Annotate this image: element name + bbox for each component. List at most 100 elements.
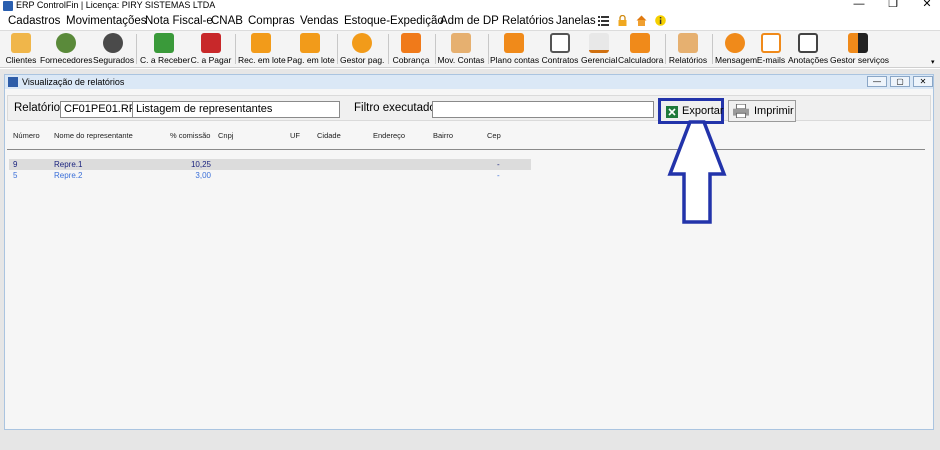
menu-cnab[interactable]: CNAB (211, 14, 243, 28)
lock-icon[interactable] (617, 15, 628, 26)
toolbar-label: C. a Receber (140, 55, 191, 65)
column-header-endereco: Endereço (373, 131, 406, 140)
annotation-arrow (667, 120, 727, 224)
toolbar-label: Gestor serviços (830, 55, 890, 65)
toolbar-contas-receber-button[interactable]: C. a Receber (140, 32, 191, 66)
toolbar-label: Pag. em lote (287, 55, 335, 65)
app-icon (3, 1, 13, 11)
chat-icon (725, 33, 745, 53)
menu-janelas[interactable]: Janelas (556, 14, 596, 28)
child-minimize-button[interactable]: — (867, 76, 887, 87)
cell-nome: Repre.1 (54, 160, 83, 169)
child-title-bar: Visualização de relatórios — ▢ ✕ (5, 75, 933, 89)
toolbar-pag-lote-button[interactable]: Pag. em lote (287, 32, 335, 66)
toolbar-label: Gestor pag. (340, 55, 385, 65)
folders-icon (678, 33, 698, 53)
minimize-button[interactable]: — (852, 0, 866, 10)
toolbar-emails-button[interactable]: E-mails (756, 32, 786, 66)
toolbar-relatorios-button[interactable]: Relatórios (668, 32, 708, 66)
toolbar-separator (488, 34, 489, 64)
toolbar-label: Mov. Contas (437, 55, 485, 65)
cell-comissao: 3,00 (195, 171, 211, 180)
toolbar-mensagem-button[interactable]: Mensagem (715, 32, 758, 66)
menu-vendas[interactable]: Vendas (300, 14, 338, 28)
table-row[interactable]: 5 Repre.2 3,00 - (9, 170, 531, 181)
license-text: | Licença: PIRY SISTEMAS LTDA (80, 0, 216, 10)
toolbar-separator (337, 34, 338, 64)
column-header-numero: Número (13, 131, 40, 140)
boxes-icon (451, 33, 471, 53)
toolbar-label: Relatórios (668, 55, 708, 65)
toolbar-calculadora-button[interactable]: Calculadora (618, 32, 663, 66)
column-header-cep: Cep (487, 131, 501, 140)
report-code-field[interactable]: CF01PE01.RP1 (60, 101, 133, 118)
menu-relatorios[interactable]: Relatórios (502, 14, 554, 28)
column-header-bairro: Bairro (433, 131, 454, 140)
filter-executed-field[interactable] (432, 101, 654, 118)
toolbar-separator (435, 34, 436, 64)
close-button[interactable]: ✕ (920, 0, 934, 10)
column-header-uf: UF (290, 131, 300, 140)
report-window-icon (8, 77, 18, 87)
maximize-button[interactable]: ❐ (886, 0, 900, 10)
toolbar-clientes-button[interactable]: Clientes (4, 32, 38, 66)
toolbar-label: Cobrança (392, 55, 430, 65)
toolbar-gestor-pag-button[interactable]: Gestor pag. (340, 32, 384, 66)
list-icon[interactable] (598, 15, 609, 26)
toolbar-label: Contratos (541, 55, 579, 65)
menu-compras[interactable]: Compras (248, 14, 295, 28)
menu-cadastros[interactable]: Cadastros (8, 14, 60, 28)
toolbar-contratos-button[interactable]: Contratos (540, 32, 580, 66)
money-green-icon (154, 33, 174, 53)
toolbar-rec-lote-button[interactable]: Rec. em lote (238, 32, 286, 66)
toolbar-fornecedores-button[interactable]: Fornecedores (40, 32, 92, 66)
child-maximize-button[interactable]: ▢ (890, 76, 910, 87)
coin-icon (352, 33, 372, 53)
toolbar-plano-contas-button[interactable]: Plano contas (490, 32, 540, 66)
toolbar-label: Fornecedores (40, 55, 93, 65)
toolbar-segurados-button[interactable]: Segurados (93, 32, 135, 66)
toolbar-anotacoes-button[interactable]: Anotações (788, 32, 828, 66)
column-header-comissao: % comissão (170, 131, 211, 140)
cell-numero: 9 (13, 160, 18, 169)
menu-estoque[interactable]: Estoque-Expedição (344, 14, 444, 28)
report-label: Relatório: (14, 102, 64, 114)
window-title: ERP ControlFin | Licença: PIRY SISTEMAS … (16, 0, 215, 11)
home-icon[interactable] (636, 15, 647, 26)
toolbar-cobranca-button[interactable]: Cobrança (391, 32, 431, 66)
menu-adm-dp[interactable]: Adm de DP (440, 14, 499, 28)
dollar-icon (300, 33, 320, 53)
people-card-icon (11, 33, 31, 53)
toolbar: Clientes Fornecedores Segurados C. a Rec… (0, 30, 940, 68)
toolbar-overflow-icon[interactable]: ▾ (931, 59, 935, 67)
table-row[interactable]: 9 Repre.1 10,25 - (9, 159, 531, 170)
header-divider (7, 149, 925, 150)
menu-bar: Cadastros Movimentações Nota Fiscal-e CN… (0, 12, 940, 30)
toolbar-gerencial-button[interactable]: Gerencial (581, 32, 617, 66)
toolbar-contas-pagar-button[interactable]: C. a Pagar (190, 32, 232, 66)
supplier-person-icon (56, 33, 76, 53)
toolbar-label: Segurados (93, 55, 135, 65)
toolbar-separator (665, 34, 666, 64)
toolbar-label: Mensagem (715, 55, 758, 65)
menu-movimentacoes[interactable]: Movimentações (66, 14, 147, 28)
envelope-icon (761, 33, 781, 53)
toolbar-gestor-servicos-button[interactable]: Gestor serviços (830, 32, 890, 66)
report-name-field[interactable]: Listagem de representantes (132, 101, 340, 118)
column-header-cnpj: Cnpj (218, 131, 234, 140)
notepad-icon (798, 33, 818, 53)
toolbar-separator (235, 34, 236, 64)
toolbar-separator (388, 34, 389, 64)
toolbar-mov-contas-button[interactable]: Mov. Contas (437, 32, 485, 66)
info-icon[interactable] (655, 15, 666, 26)
toolbar-label: Plano contas (490, 55, 540, 65)
print-label: Imprimir (754, 105, 794, 117)
filter-label: Filtro executado: (354, 102, 440, 114)
child-close-button[interactable]: ✕ (913, 76, 933, 87)
toolbar-label: Clientes (5, 55, 37, 65)
report-content: Número Nome do representante % comissão … (7, 125, 931, 425)
child-window-title: Visualização de relatórios (22, 77, 125, 87)
menu-nota-fiscal[interactable]: Nota Fiscal-e (145, 14, 213, 28)
cell-cep: - (497, 171, 500, 180)
money-red-icon (201, 33, 221, 53)
